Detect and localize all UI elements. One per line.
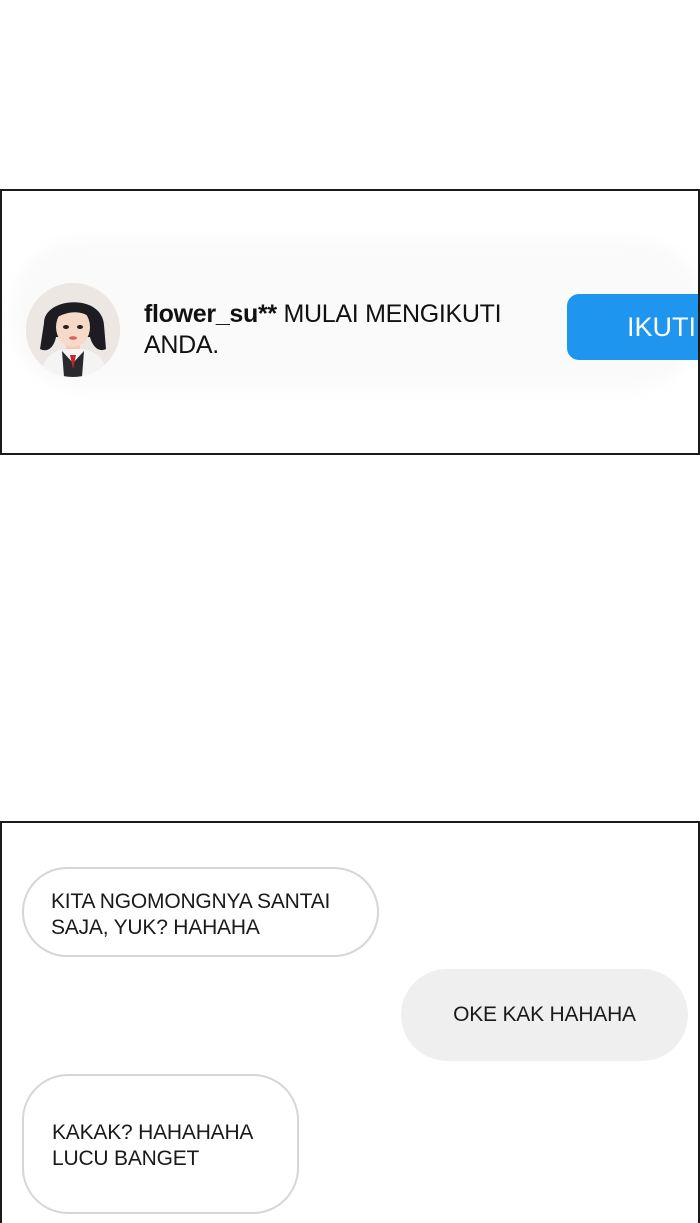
notification-row[interactable]: flower_su** MULAI MENGIKUTI ANDA. IKUTI <box>2 191 698 453</box>
avatar-portrait-icon <box>26 283 120 377</box>
notification-message: MULAI MENGIKUTI <box>283 300 502 328</box>
chat-message-line: LUCU BANGET <box>52 1147 200 1170</box>
chat-bubble-outgoing: OKE KAK HAHAHA <box>401 969 688 1061</box>
notification-text: flower_su** MULAI MENGIKUTI ANDA. <box>144 299 544 361</box>
chat-message-line: KAKAK? HAHAHAHA <box>52 1121 254 1144</box>
follow-button[interactable]: IKUTI <box>567 294 698 360</box>
follow-notification-panel: flower_su** MULAI MENGIKUTI ANDA. IKUTI <box>0 189 700 455</box>
chat-message-line: KITA NGOMONGNYA SANTAI <box>51 890 331 913</box>
chat-panel: KITA NGOMONGNYA SANTAI SAJA, YUK? HAHAHA… <box>0 821 700 1223</box>
chat-message-line: OKE KAK HAHAHA <box>453 1003 636 1026</box>
chat-message-line: SAJA, YUK? HAHAHA <box>51 916 260 939</box>
chat-bubble-incoming: KITA NGOMONGNYA SANTAI SAJA, YUK? HAHAHA <box>22 867 379 957</box>
chat-bubble-incoming: KAKAK? HAHAHAHA LUCU BANGET <box>22 1074 299 1214</box>
notification-message-end: ANDA. <box>144 331 219 359</box>
user-avatar[interactable] <box>26 283 120 377</box>
notification-username[interactable]: flower_su** <box>144 300 277 328</box>
